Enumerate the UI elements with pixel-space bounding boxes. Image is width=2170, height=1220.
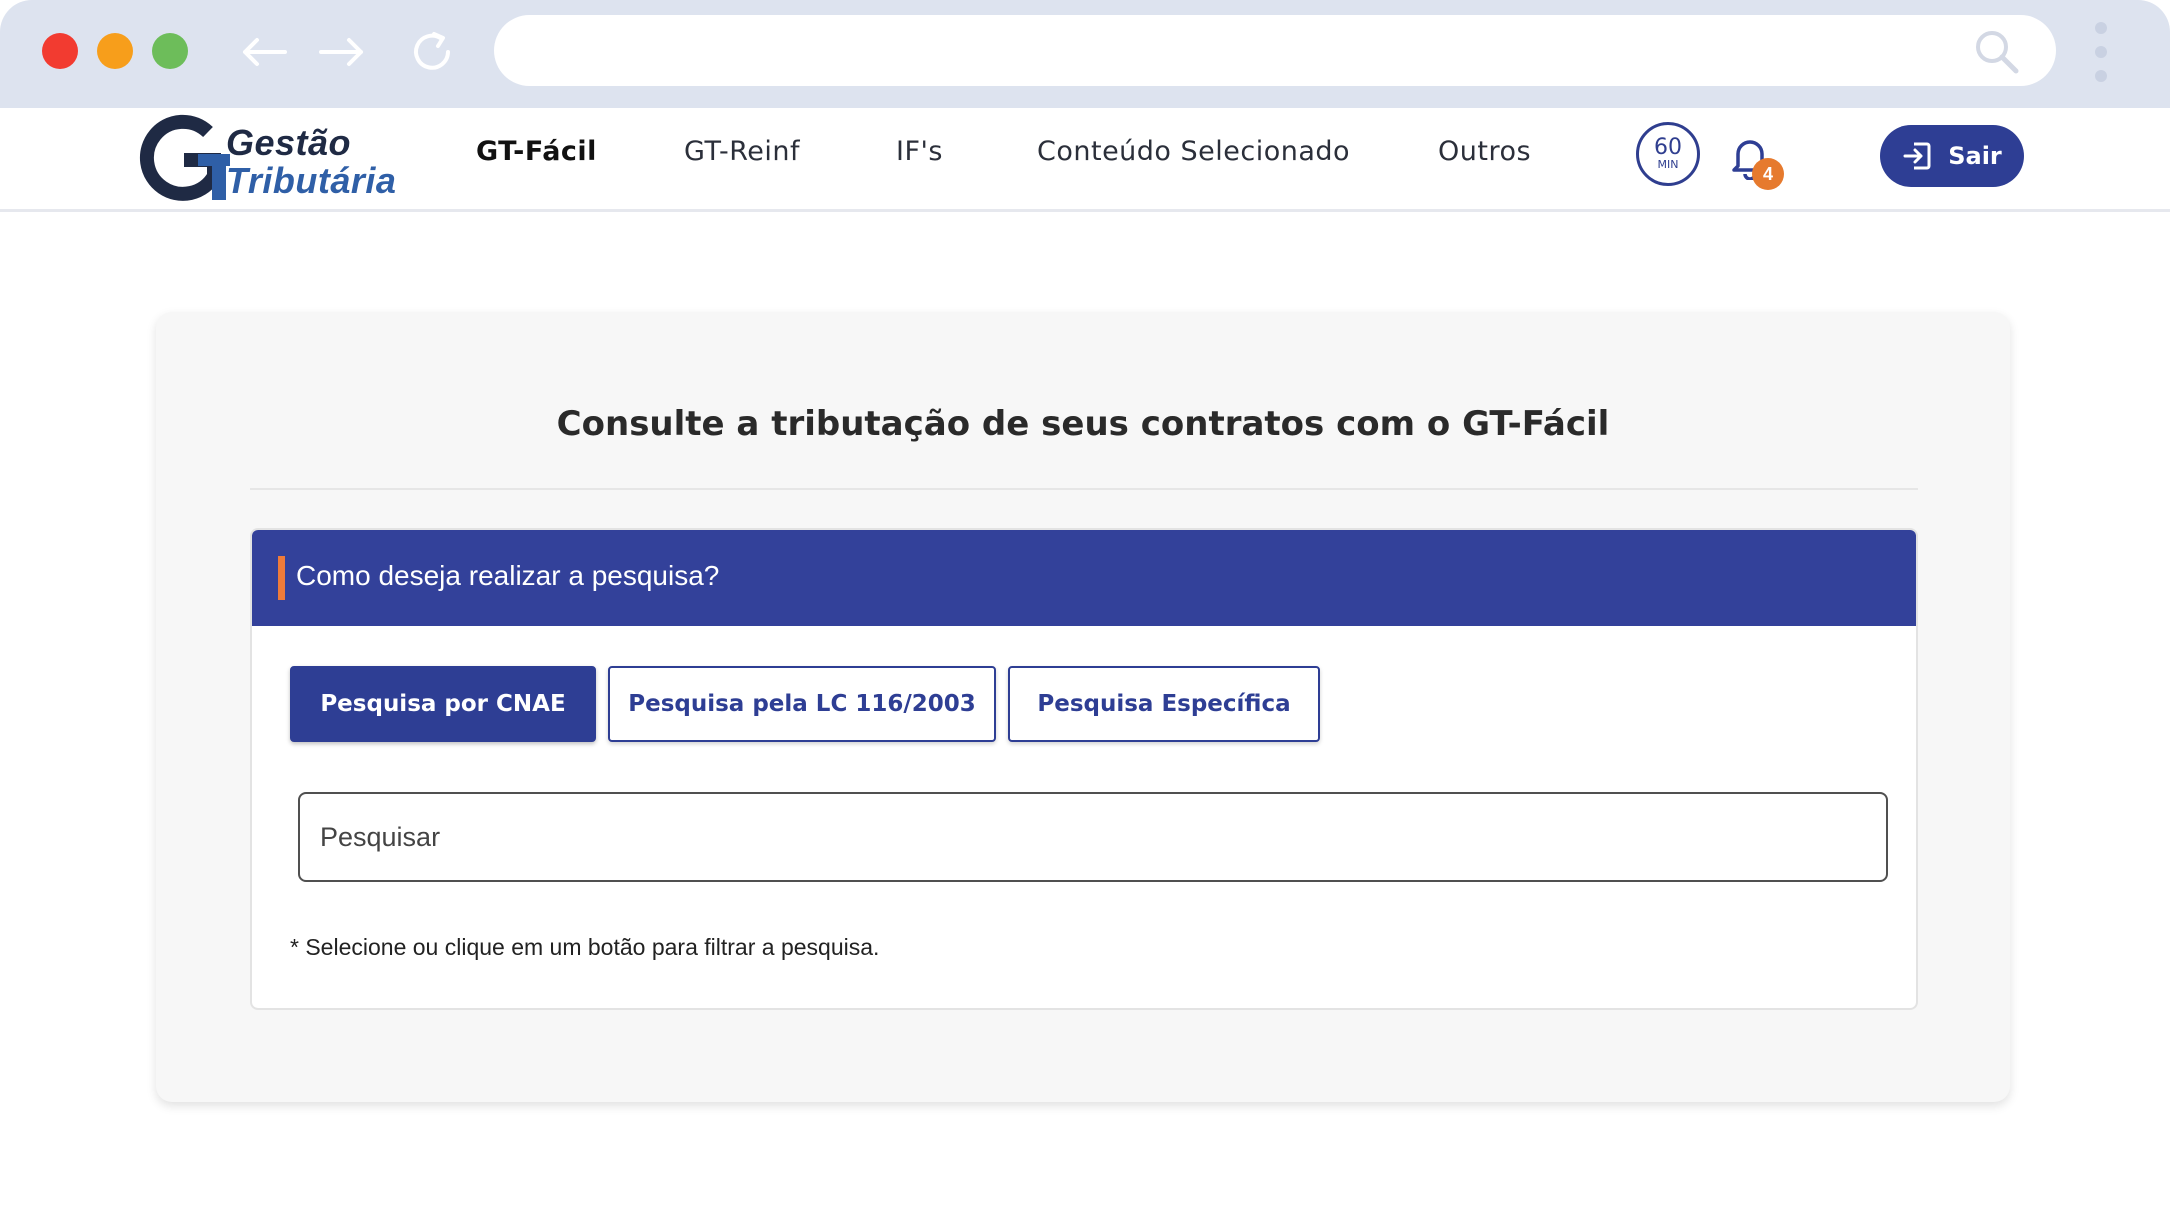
panel-heading: Como deseja realizar a pesquisa? (296, 560, 720, 591)
nav-gt-facil[interactable]: GT-Fácil (476, 136, 597, 167)
logout-label: Sair (1948, 142, 2002, 170)
filter-especifica-button[interactable]: Pesquisa Específica (1008, 666, 1320, 742)
accent-bar (278, 556, 285, 600)
menu-dot (2095, 70, 2107, 82)
nav-conteudo-selecionado[interactable]: Conteúdo Selecionado (1037, 136, 1350, 167)
address-bar[interactable] (494, 15, 2056, 86)
filter-cnae-button[interactable]: Pesquisa por CNAE (290, 666, 596, 742)
minimize-window-button[interactable] (97, 33, 133, 69)
title-divider (250, 488, 1918, 490)
back-button[interactable] (238, 26, 290, 78)
menu-dot (2095, 22, 2107, 34)
search-card: Consulte a tributação de seus contratos … (156, 312, 2010, 1102)
search-input[interactable] (298, 792, 1888, 882)
search-hint: * Selecione ou clique em um botão para f… (290, 934, 880, 960)
maximize-window-button[interactable] (152, 33, 188, 69)
reload-icon (414, 32, 450, 70)
close-window-button[interactable] (42, 33, 78, 69)
site-header: Gestão Tributária GT-Fácil GT-Reinf IF's… (0, 108, 2170, 212)
nav-ifs[interactable]: IF's (896, 136, 943, 167)
menu-dot (2095, 46, 2107, 58)
browser-menu-button[interactable] (2086, 20, 2116, 84)
arrow-right-icon (319, 38, 363, 66)
browser-chrome (0, 0, 2170, 108)
timer-value: 60 (1654, 135, 1682, 160)
main-nav: GT-Fácil GT-Reinf IF's Conteúdo Selecion… (0, 108, 2170, 212)
session-timer: 60 MIN (1636, 122, 1700, 186)
panel-header: Como deseja realizar a pesquisa? (252, 530, 1916, 626)
nav-outros[interactable]: Outros (1438, 136, 1531, 167)
forward-button[interactable] (316, 26, 368, 78)
arrow-left-icon (243, 38, 287, 66)
page-title: Consulte a tributação de seus contratos … (556, 404, 1610, 444)
notification-badge: 4 (1752, 158, 1784, 190)
search-icon[interactable] (1972, 27, 2020, 75)
reload-button[interactable] (406, 26, 458, 78)
nav-gt-reinf[interactable]: GT-Reinf (684, 136, 800, 167)
filter-lc-116-button[interactable]: Pesquisa pela LC 116/2003 (608, 666, 996, 742)
search-panel: Como deseja realizar a pesquisa? Pesquis… (250, 528, 1918, 1010)
logout-icon (1903, 142, 1931, 170)
logout-button[interactable]: Sair (1880, 125, 2024, 187)
timer-unit: MIN (1657, 158, 1679, 171)
